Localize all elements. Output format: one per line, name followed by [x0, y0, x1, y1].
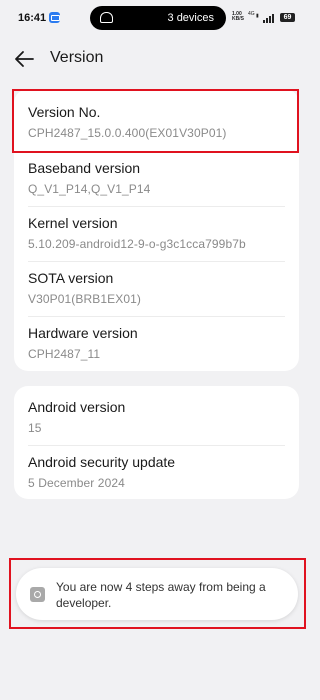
item-value: V30P01(BRB1EX01)	[28, 292, 141, 306]
android-version-item[interactable]: Android version 15	[28, 399, 285, 435]
kernel-version-item[interactable]: Kernel version 5.10.209-android12-9-o-g3…	[28, 215, 285, 251]
arrow-left-icon	[15, 51, 34, 67]
toast-highlight-box	[9, 558, 306, 629]
divider	[28, 445, 285, 446]
network-speed: 1.00 KB/S	[232, 11, 244, 22]
sota-version-item[interactable]: SOTA version V30P01(BRB1EX01)	[28, 270, 285, 306]
message-icon	[49, 12, 60, 23]
page-title: Version	[50, 49, 104, 66]
status-time: 16:41	[18, 12, 47, 24]
item-value: CPH2487_11	[28, 347, 101, 361]
item-value: 15	[28, 421, 42, 435]
android-info-card: Android version 15 Android security upda…	[14, 386, 299, 499]
item-value: 5.10.209-android12-9-o-g3c1cca799b7b	[28, 237, 246, 251]
connected-devices-label: 3 devices	[167, 12, 214, 24]
baseband-version-item[interactable]: Baseband version Q_V1_P14,Q_V1_P14	[28, 160, 285, 196]
version-highlight-box	[12, 89, 299, 153]
divider	[28, 206, 285, 207]
divider	[28, 316, 285, 317]
item-value: Q_V1_P14,Q_V1_P14	[28, 182, 151, 196]
hotspot-icon	[100, 12, 113, 23]
battery-icon: 69	[280, 13, 295, 22]
item-title: Kernel version	[28, 215, 118, 231]
item-title: Android version	[28, 399, 126, 415]
divider	[28, 261, 285, 262]
network-type: 4G	[248, 11, 255, 17]
connected-devices-pill[interactable]: 3 devices	[90, 6, 226, 30]
hardware-version-item[interactable]: Hardware version CPH2487_11	[28, 325, 285, 361]
android-security-update-item[interactable]: Android security update 5 December 2024	[28, 454, 285, 490]
item-value: 5 December 2024	[28, 476, 125, 490]
back-button[interactable]	[12, 48, 36, 70]
item-title: Hardware version	[28, 325, 138, 341]
sim-icon: ▮	[256, 13, 259, 19]
item-title: SOTA version	[28, 270, 114, 286]
item-title: Baseband version	[28, 160, 141, 176]
status-bar: 16:41 3 devices 1.00 KB/S 4G ▮ 69	[0, 0, 313, 36]
item-title: Android security update	[28, 454, 176, 470]
signal-icon	[263, 13, 277, 23]
